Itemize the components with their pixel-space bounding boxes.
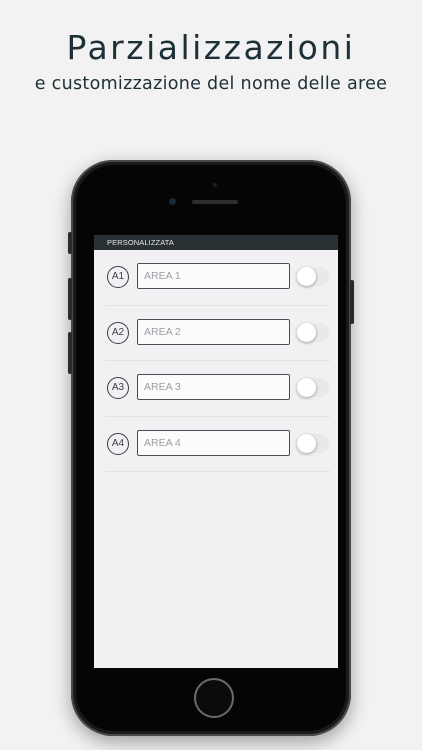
area-badge: A4 bbox=[107, 432, 129, 455]
area-toggle[interactable] bbox=[297, 433, 329, 453]
area-row: A2 bbox=[105, 306, 330, 362]
proximity-sensor bbox=[213, 183, 217, 187]
area-row: A1 bbox=[105, 250, 330, 306]
front-camera bbox=[169, 198, 176, 205]
area-name-input[interactable] bbox=[137, 263, 290, 289]
area-toggle[interactable] bbox=[297, 322, 329, 342]
area-badge: A2 bbox=[107, 321, 129, 344]
toggle-knob bbox=[297, 322, 316, 342]
area-badge: A1 bbox=[107, 266, 129, 288]
volume-down-button bbox=[68, 332, 72, 374]
volume-up-button bbox=[68, 278, 72, 320]
area-badge: A3 bbox=[107, 377, 129, 400]
screen-header: PERSONALIZZATA bbox=[94, 235, 338, 250]
area-name-input[interactable] bbox=[137, 374, 290, 401]
subheadline: e customizzazione del nome delle aree bbox=[34, 74, 388, 94]
area-toggle[interactable] bbox=[297, 267, 329, 286]
app-screen: PERSONALIZZATA A1 A2 A3 bbox=[94, 235, 338, 668]
phone-bezel: PERSONALIZZATA A1 A2 A3 bbox=[76, 165, 346, 731]
area-row: A4 bbox=[105, 417, 330, 473]
mute-switch bbox=[68, 232, 72, 254]
phone-frame: PERSONALIZZATA A1 A2 A3 bbox=[68, 160, 354, 736]
area-toggle[interactable] bbox=[297, 378, 329, 398]
home-button[interactable] bbox=[194, 678, 234, 718]
power-button bbox=[350, 280, 354, 324]
area-name-input[interactable] bbox=[137, 318, 290, 345]
toggle-knob bbox=[297, 378, 316, 398]
toggle-knob bbox=[297, 267, 316, 286]
area-row: A3 bbox=[105, 361, 330, 417]
headline: Parzializzazioni bbox=[66, 28, 356, 67]
earpiece-speaker bbox=[192, 200, 238, 204]
area-name-input[interactable] bbox=[137, 429, 290, 456]
toggle-knob bbox=[297, 433, 316, 453]
